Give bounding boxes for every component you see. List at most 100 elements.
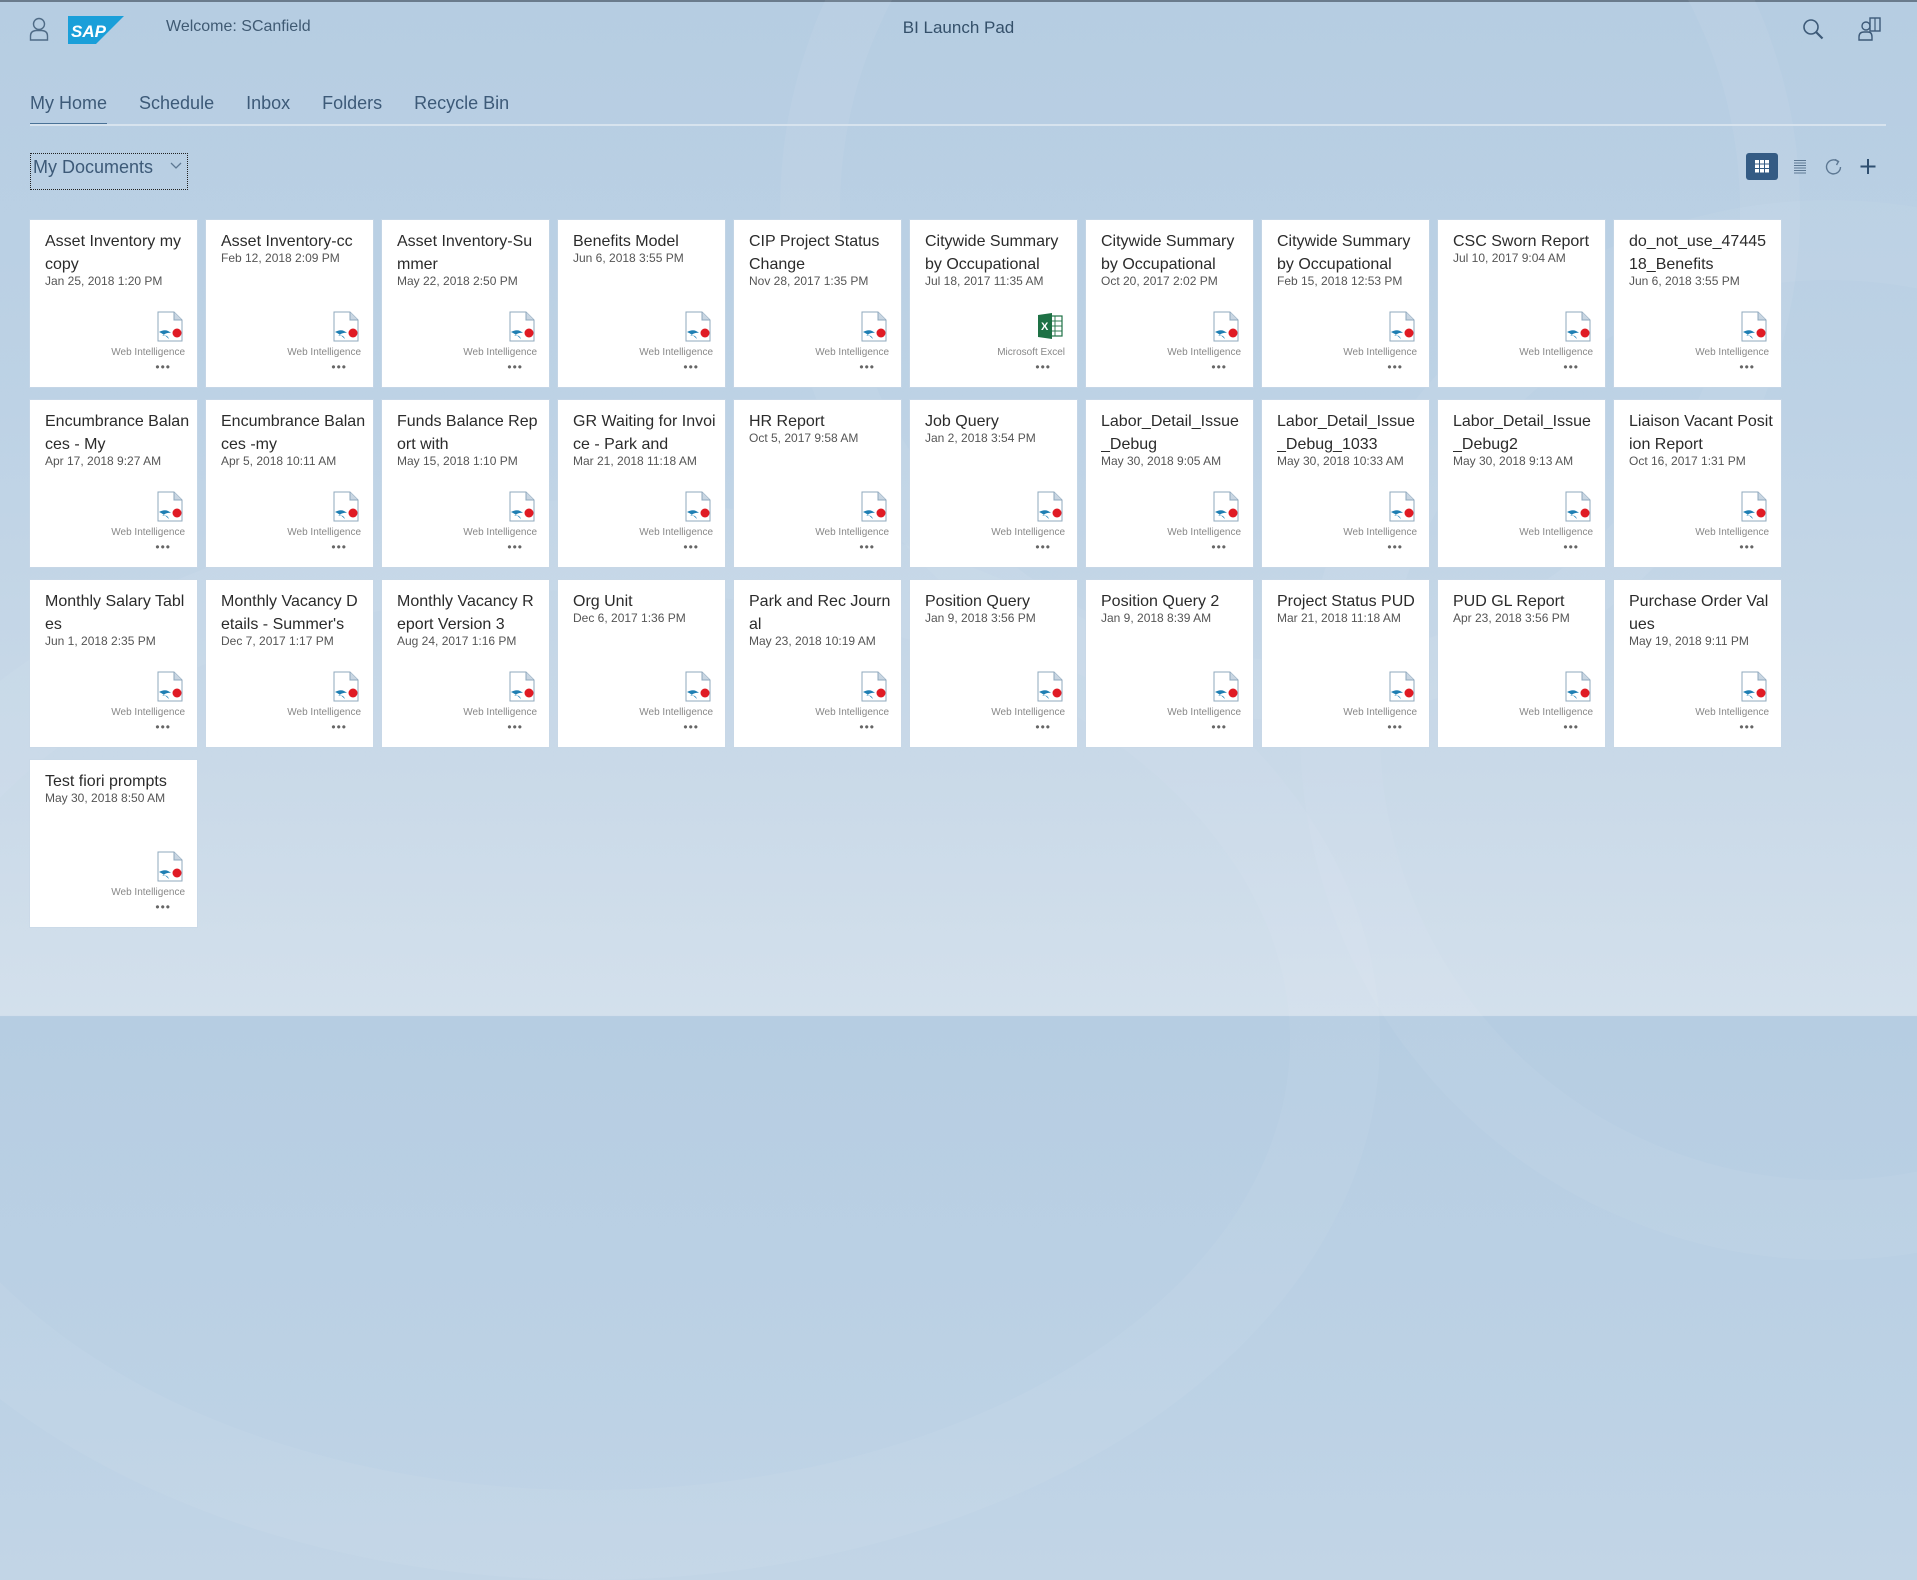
more-actions-button[interactable]: ••• <box>155 360 171 374</box>
document-tile[interactable]: CSC Sworn Report Jul 10, 2017 9:04 AM We… <box>1438 220 1605 387</box>
document-tile[interactable]: Labor_Detail_Issue_Debug2 May 30, 2018 9… <box>1438 400 1605 567</box>
add-icon[interactable] <box>1858 153 1878 180</box>
more-actions-button[interactable]: ••• <box>1563 720 1579 734</box>
more-actions-button[interactable]: ••• <box>1739 720 1755 734</box>
search-icon[interactable] <box>1802 18 1824 40</box>
document-title: do_not_use_4744518_Benefits <box>1629 233 1767 273</box>
document-tile[interactable]: Test fiori prompts May 30, 2018 8:50 AM … <box>30 760 197 927</box>
document-tile[interactable]: Labor_Detail_Issue_Debug May 30, 2018 9:… <box>1086 400 1253 567</box>
tab-inbox[interactable]: Inbox <box>246 90 290 126</box>
document-type: Web Intelligence <box>1167 347 1241 358</box>
document-tile[interactable]: CIP Project Status Change Nov 28, 2017 1… <box>734 220 901 387</box>
more-actions-button[interactable]: ••• <box>1387 360 1403 374</box>
document-tile[interactable]: Purchase Order Values May 19, 2018 9:11 … <box>1614 580 1781 747</box>
more-actions-button[interactable]: ••• <box>859 720 875 734</box>
document-tile[interactable]: do_not_use_4744518_Benefits Jun 6, 2018 … <box>1614 220 1781 387</box>
document-tile[interactable]: Encumbrance Balances - My Apr 17, 2018 9… <box>30 400 197 567</box>
document-title: Labor_Detail_Issue_Debug2 <box>1453 413 1591 453</box>
document-tile[interactable]: Monthly Vacancy Report Version 3 Aug 24,… <box>382 580 549 747</box>
grid-view-button[interactable] <box>1746 153 1778 180</box>
more-actions-button[interactable]: ••• <box>1035 540 1051 554</box>
user-documents-icon[interactable] <box>1858 17 1882 41</box>
document-tile[interactable]: Monthly Salary Tables Jun 1, 2018 2:35 P… <box>30 580 197 747</box>
document-tile[interactable]: Job Query Jan 2, 2018 3:54 PM Web Intell… <box>910 400 1077 567</box>
document-type: Web Intelligence <box>1519 707 1593 718</box>
document-tile[interactable]: Position Query Jan 9, 2018 3:56 PM Web I… <box>910 580 1077 747</box>
document-tile[interactable]: Project Status PUD Mar 21, 2018 11:18 AM… <box>1262 580 1429 747</box>
tab-recycle-bin[interactable]: Recycle Bin <box>414 90 509 126</box>
more-actions-button[interactable]: ••• <box>1739 540 1755 554</box>
tab-schedule[interactable]: Schedule <box>139 90 214 126</box>
refresh-icon[interactable] <box>1824 153 1844 180</box>
document-title: Asset Inventory-Summer <box>397 233 533 273</box>
web-intelligence-icon <box>685 311 711 342</box>
more-actions-button[interactable]: ••• <box>1563 360 1579 374</box>
more-actions-button[interactable]: ••• <box>507 720 523 734</box>
more-actions-button[interactable]: ••• <box>683 360 699 374</box>
document-date: Jan 9, 2018 3:56 PM <box>925 611 1036 625</box>
document-type: Web Intelligence <box>1695 527 1769 538</box>
tab-my-home[interactable]: My Home <box>30 90 108 126</box>
document-tile[interactable]: Citywide Summary by Occupational Oct 20,… <box>1086 220 1253 387</box>
more-actions-button[interactable]: ••• <box>1387 540 1403 554</box>
document-date: May 23, 2018 10:19 AM <box>749 634 876 648</box>
document-tile[interactable]: Benefits Model Jun 6, 2018 3:55 PM Web I… <box>558 220 725 387</box>
web-intelligence-icon <box>157 491 183 522</box>
document-tile[interactable]: Asset Inventory my copy Jan 25, 2018 1:2… <box>30 220 197 387</box>
more-actions-button[interactable]: ••• <box>507 540 523 554</box>
document-tile[interactable]: PUD GL Report Apr 23, 2018 3:56 PM Web I… <box>1438 580 1605 747</box>
document-date: Jan 9, 2018 8:39 AM <box>1101 611 1212 625</box>
more-actions-button[interactable]: ••• <box>859 360 875 374</box>
more-actions-button[interactable]: ••• <box>1211 360 1227 374</box>
document-title: Monthly Vacancy Report Version 3 <box>397 593 534 633</box>
web-intelligence-icon <box>1213 311 1239 342</box>
more-actions-button[interactable]: ••• <box>1035 720 1051 734</box>
more-actions-button[interactable]: ••• <box>155 720 171 734</box>
more-actions-button[interactable]: ••• <box>683 720 699 734</box>
document-tile[interactable]: Labor_Detail_Issue_Debug_1033 May 30, 20… <box>1262 400 1429 567</box>
more-actions-button[interactable]: ••• <box>1387 720 1403 734</box>
document-date: Mar 21, 2018 11:18 AM <box>1277 611 1401 625</box>
more-actions-button[interactable]: ••• <box>1211 540 1227 554</box>
document-tile[interactable]: Asset Inventory-cc Feb 12, 2018 2:09 PM … <box>206 220 373 387</box>
document-type: Web Intelligence <box>111 887 185 898</box>
tab-separator <box>30 124 1886 126</box>
more-actions-button[interactable]: ••• <box>859 540 875 554</box>
more-actions-button[interactable]: ••• <box>1563 540 1579 554</box>
document-tile[interactable]: Org Unit Dec 6, 2017 1:36 PM Web Intelli… <box>558 580 725 747</box>
document-tile[interactable]: Encumbrance Balances -my Apr 5, 2018 10:… <box>206 400 373 567</box>
document-tile[interactable]: Park and Rec Journal May 23, 2018 10:19 … <box>734 580 901 747</box>
list-view-icon[interactable] <box>1792 153 1808 180</box>
more-actions-button[interactable]: ••• <box>331 360 347 374</box>
more-actions-button[interactable]: ••• <box>1739 360 1755 374</box>
view-select-dropdown[interactable]: My Documents <box>30 153 188 190</box>
document-tile[interactable]: Citywide Summary by Occupational Feb 15,… <box>1262 220 1429 387</box>
more-actions-button[interactable]: ••• <box>155 540 171 554</box>
tab-folders[interactable]: Folders <box>322 90 382 126</box>
document-date: Oct 5, 2017 9:58 AM <box>749 431 859 445</box>
web-intelligence-icon <box>1389 491 1415 522</box>
more-actions-button[interactable]: ••• <box>1211 720 1227 734</box>
document-type: Web Intelligence <box>463 707 537 718</box>
document-date: May 30, 2018 10:33 AM <box>1277 454 1404 468</box>
more-actions-button[interactable]: ••• <box>1035 360 1051 374</box>
more-actions-button[interactable]: ••• <box>155 900 171 914</box>
document-tile[interactable]: Citywide Summary by Occupational Jul 18,… <box>910 220 1077 387</box>
web-intelligence-icon <box>509 311 535 342</box>
document-type: Web Intelligence <box>287 527 361 538</box>
document-tile[interactable]: GR Waiting for Invoice - Park and Mar 21… <box>558 400 725 567</box>
more-actions-button[interactable]: ••• <box>683 540 699 554</box>
document-title: Position Query <box>925 593 1030 610</box>
more-actions-button[interactable]: ••• <box>331 720 347 734</box>
web-intelligence-icon <box>1565 311 1591 342</box>
more-actions-button[interactable]: ••• <box>331 540 347 554</box>
document-tile[interactable]: Monthly Vacancy Details - Summer's Dec 7… <box>206 580 373 747</box>
document-title: Encumbrance Balances - My <box>45 413 190 453</box>
document-tile[interactable]: Position Query 2 Jan 9, 2018 8:39 AM Web… <box>1086 580 1253 747</box>
document-type: Web Intelligence <box>815 527 889 538</box>
document-tile[interactable]: Liaison Vacant Position Report Oct 16, 2… <box>1614 400 1781 567</box>
more-actions-button[interactable]: ••• <box>507 360 523 374</box>
document-tile[interactable]: Funds Balance Report with May 15, 2018 1… <box>382 400 549 567</box>
document-tile[interactable]: Asset Inventory-Summer May 22, 2018 2:50… <box>382 220 549 387</box>
document-tile[interactable]: HR Report Oct 5, 2017 9:58 AM Web Intell… <box>734 400 901 567</box>
